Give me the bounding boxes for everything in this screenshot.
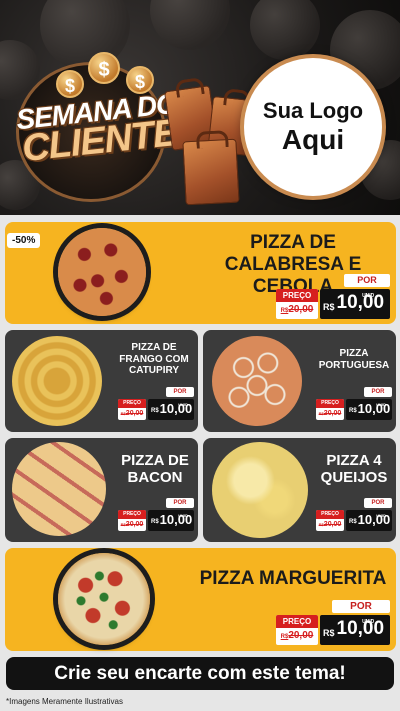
preco-label: PREÇO — [316, 399, 344, 408]
product-name: PIZZA PORTUGUESA — [318, 348, 390, 371]
logo-text-line1: Sua Logo — [262, 98, 364, 123]
new-price-box: R$ 10,00 UNID — [346, 510, 392, 531]
por-label: POR — [364, 387, 392, 397]
product-name: PIZZA DE FRANGO COM CATUPIRY — [119, 342, 189, 376]
price-tag: POR PREÇO R$20,00 R$ 10,00 UNID — [118, 498, 194, 532]
unit-label: UNID — [376, 513, 386, 518]
unit-label: UNID — [376, 402, 386, 407]
price-tag: POR PREÇO R$20,00 R$ 10,00 UNID — [118, 387, 194, 421]
pizza-calabresa-image — [58, 228, 146, 316]
cta-banner[interactable]: Crie seu encarte com este tema! — [6, 657, 394, 690]
dollar-icon: $ — [88, 52, 120, 84]
product-name: PIZZA DE BACON — [121, 452, 189, 487]
price-tag: POR PREÇO R$20,00 R$ 10,00 UNID — [276, 600, 390, 646]
unit-label: UNID — [178, 513, 188, 518]
shopping-bag-icon — [182, 138, 240, 206]
old-price: 20,00 — [288, 630, 314, 641]
pizza-marguerita-image — [58, 553, 150, 645]
new-price-box: R$ 10,00 UNID — [320, 615, 390, 645]
old-price: 20,00 — [323, 410, 342, 417]
por-label: POR — [332, 600, 390, 613]
preco-label: PREÇO — [316, 510, 344, 519]
old-price: 20,00 — [288, 304, 314, 315]
dollar-icon: $ — [56, 70, 84, 98]
preco-label: PREÇO — [276, 615, 318, 628]
old-price: 20,00 — [125, 410, 144, 417]
currency-symbol: R$ — [349, 519, 357, 525]
por-label: POR — [166, 387, 194, 397]
new-price-box: R$ 10,00 UNID — [346, 399, 392, 420]
currency-symbol: R$ — [323, 302, 335, 312]
new-price-box: R$ 10,00 UNID — [148, 399, 194, 420]
old-price-box: PREÇO R$20,00 — [276, 615, 318, 645]
old-price-box: PREÇO R$20,00 — [316, 510, 344, 531]
new-price-box: R$ 10,00 UNID — [148, 510, 194, 531]
pizza-frango-image — [12, 336, 102, 426]
unit-label: UNID — [362, 293, 375, 299]
currency-symbol: R$ — [323, 628, 335, 638]
old-price-box: PREÇO R$20,00 — [276, 289, 318, 319]
disclaimer-text: *Imagens Meramente Ilustrativas — [6, 697, 123, 706]
currency-symbol: R$ — [349, 408, 357, 414]
unit-label: UNID — [178, 402, 188, 407]
coin-decoration — [150, 0, 230, 50]
old-price-box: PREÇO R$20,00 — [316, 399, 344, 420]
header-banner: $ $ $ SEMANA DO CLIENTE Sua Logo Aqui — [0, 0, 400, 215]
currency-symbol: R$ — [151, 519, 159, 525]
old-price-box: PREÇO R$20,00 — [118, 510, 146, 531]
new-price: 10,00 — [336, 618, 385, 639]
price-tag: POR PREÇO R$20,00 R$ 10,00 UNID — [316, 498, 392, 532]
logo-placeholder: Sua Logo Aqui — [244, 58, 382, 196]
preco-label: PREÇO — [118, 510, 146, 519]
por-label: POR — [166, 498, 194, 508]
currency-symbol: R$ — [151, 408, 159, 414]
price-tag: POR PREÇO R$20,00 R$ 10,00 UNID — [276, 274, 390, 320]
coin-decoration — [250, 0, 320, 60]
discount-badge: -50% — [7, 233, 41, 248]
pizza-bacon-image — [12, 442, 106, 536]
price-tag: POR PREÇO R$20,00 R$ 10,00 UNID — [316, 387, 392, 421]
preco-label: PREÇO — [276, 289, 318, 302]
old-price: 20,00 — [125, 521, 144, 528]
logo-text-line2: Aqui — [281, 124, 345, 155]
pizza-portuguesa-image — [212, 336, 302, 426]
preco-label: PREÇO — [118, 399, 146, 408]
new-price-box: R$ 10,00 UNID — [320, 289, 390, 319]
product-name: PIZZA MARGUERITA — [199, 568, 387, 589]
new-price: 10,00 — [336, 292, 385, 313]
por-label: POR — [364, 498, 392, 508]
por-label: POR — [344, 274, 390, 287]
product-name: PIZZA 4 QUEIJOS — [320, 452, 388, 487]
pizza-4-queijos-image — [212, 442, 308, 538]
unit-label: UNID — [362, 619, 375, 625]
old-price: 20,00 — [323, 521, 342, 528]
old-price-box: PREÇO R$20,00 — [118, 399, 146, 420]
